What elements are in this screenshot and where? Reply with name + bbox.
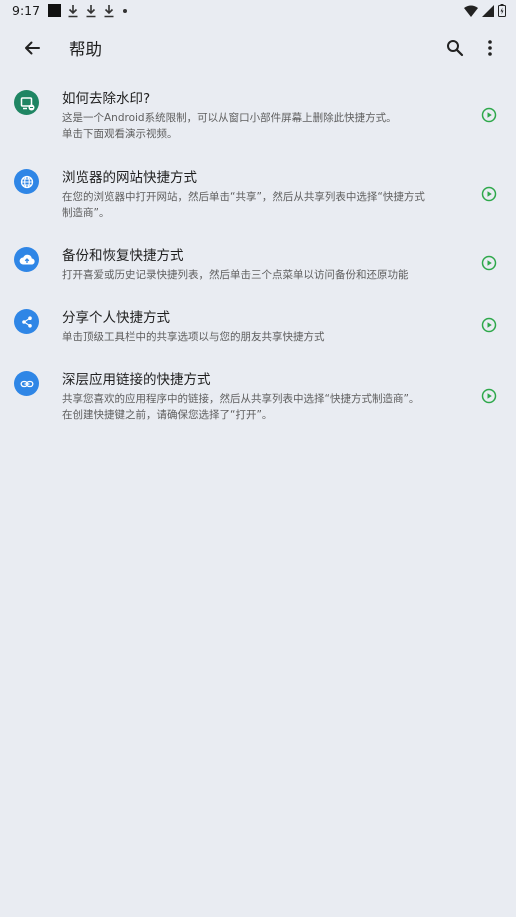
play-circle-icon — [481, 107, 497, 123]
play-video-button[interactable] — [480, 316, 498, 334]
description-line: 制造商”。 — [62, 207, 110, 219]
play-circle-icon — [481, 255, 497, 271]
page-title: 帮助 — [69, 40, 102, 59]
play-video-button[interactable] — [480, 254, 498, 272]
help-item-title: 深层应用链接的快捷方式 — [62, 372, 211, 388]
cloud-upload-icon — [14, 247, 39, 272]
link-icon — [14, 371, 39, 396]
help-item-text: 浏览器的网站快捷方式 在您的浏览器中打开网站，然后单击“共享”，然后从共享列表中… — [62, 169, 462, 221]
search-button[interactable] — [441, 34, 469, 62]
help-item-text: 深层应用链接的快捷方式 共享您喜欢的应用程序中的链接，然后从共享列表中选择“快捷… — [62, 371, 462, 423]
dot-icon — [123, 8, 128, 13]
help-item-deep-link-shortcut[interactable]: 深层应用链接的快捷方式 共享您喜欢的应用程序中的链接，然后从共享列表中选择“快捷… — [0, 371, 516, 431]
help-item-remove-watermark[interactable]: 如何去除水印? 这是一个Android系统限制，可以从窗口小部件屏幕上删除此快捷… — [0, 90, 516, 150]
help-item-text: 备份和恢复快捷方式 打开喜爱或历史记录快捷列表，然后单击三个点菜单以访问备份和还… — [62, 247, 462, 283]
app-bar: 帮助 — [0, 22, 516, 74]
battery-icon — [498, 4, 506, 17]
help-item-description: 在您的浏览器中打开网站，然后单击“共享”，然后从共享列表中选择“快捷方式 制造商… — [62, 189, 462, 221]
wifi-icon — [464, 5, 478, 17]
help-item-text: 分享个人快捷方式 单击顶级工具栏中的共享选项以与您的朋友共享快捷方式 — [62, 309, 462, 345]
help-item-description: 共享您喜欢的应用程序中的链接，然后从共享列表中选择“快捷方式制造商”。 在创建快… — [62, 391, 462, 423]
description-line: 打开喜爱或历史记录快捷列表，然后单击三个点菜单以访问备份和还原功能 — [62, 269, 409, 281]
help-item-title: 备份和恢复快捷方式 — [62, 248, 184, 264]
help-item-share-shortcut[interactable]: 分享个人快捷方式 单击顶级工具栏中的共享选项以与您的朋友共享快捷方式 — [0, 309, 516, 353]
more-vert-icon — [488, 40, 492, 56]
notification-square-icon — [48, 4, 62, 17]
watermark-icon — [14, 90, 39, 115]
help-item-description: 这是一个Android系统限制，可以从窗口小部件屏幕上删除此快捷方式。 单击下面… — [62, 110, 462, 142]
arrow-back-icon — [25, 41, 40, 55]
description-line: 单击下面观看演示视频。 — [62, 128, 178, 140]
download-icon — [104, 4, 114, 17]
help-item-backup-restore[interactable]: 备份和恢复快捷方式 打开喜爱或历史记录快捷列表，然后单击三个点菜单以访问备份和还… — [0, 247, 516, 291]
play-video-button[interactable] — [480, 106, 498, 124]
back-button[interactable] — [18, 34, 46, 62]
help-item-title: 分享个人快捷方式 — [62, 310, 170, 326]
play-circle-icon — [481, 388, 497, 404]
download-icon — [68, 4, 78, 17]
play-video-button[interactable] — [480, 387, 498, 405]
help-item-description: 单击顶级工具栏中的共享选项以与您的朋友共享快捷方式 — [62, 329, 462, 345]
status-bar: 9:17 — [0, 0, 516, 22]
signal-icon — [482, 4, 494, 17]
help-item-description: 打开喜爱或历史记录快捷列表，然后单击三个点菜单以访问备份和还原功能 — [62, 267, 462, 283]
status-time: 9:17 — [12, 3, 41, 18]
globe-icon — [14, 169, 39, 194]
share-icon — [14, 309, 39, 334]
search-icon — [447, 40, 464, 57]
description-line: 单击顶级工具栏中的共享选项以与您的朋友共享快捷方式 — [62, 331, 325, 343]
more-options-button[interactable] — [478, 34, 502, 62]
description-line: 这是一个Android系统限制，可以从窗口小部件屏幕上删除此快捷方式。 — [62, 112, 397, 124]
download-icon — [86, 4, 96, 17]
play-video-button[interactable] — [480, 185, 498, 203]
description-line: 共享您喜欢的应用程序中的链接，然后从共享列表中选择“快捷方式制造商”。 — [62, 393, 420, 405]
description-line: 在创建快捷键之前，请确保您选择了“打开”。 — [62, 409, 273, 421]
play-circle-icon — [481, 317, 497, 333]
help-item-browser-shortcut[interactable]: 浏览器的网站快捷方式 在您的浏览器中打开网站，然后单击“共享”，然后从共享列表中… — [0, 169, 516, 229]
help-item-title: 浏览器的网站快捷方式 — [62, 170, 197, 186]
help-item-text: 如何去除水印? 这是一个Android系统限制，可以从窗口小部件屏幕上删除此快捷… — [62, 90, 462, 142]
play-circle-icon — [481, 186, 497, 202]
description-line: 在您的浏览器中打开网站，然后单击“共享”，然后从共享列表中选择“快捷方式 — [62, 191, 425, 203]
help-item-title: 如何去除水印? — [62, 91, 151, 107]
